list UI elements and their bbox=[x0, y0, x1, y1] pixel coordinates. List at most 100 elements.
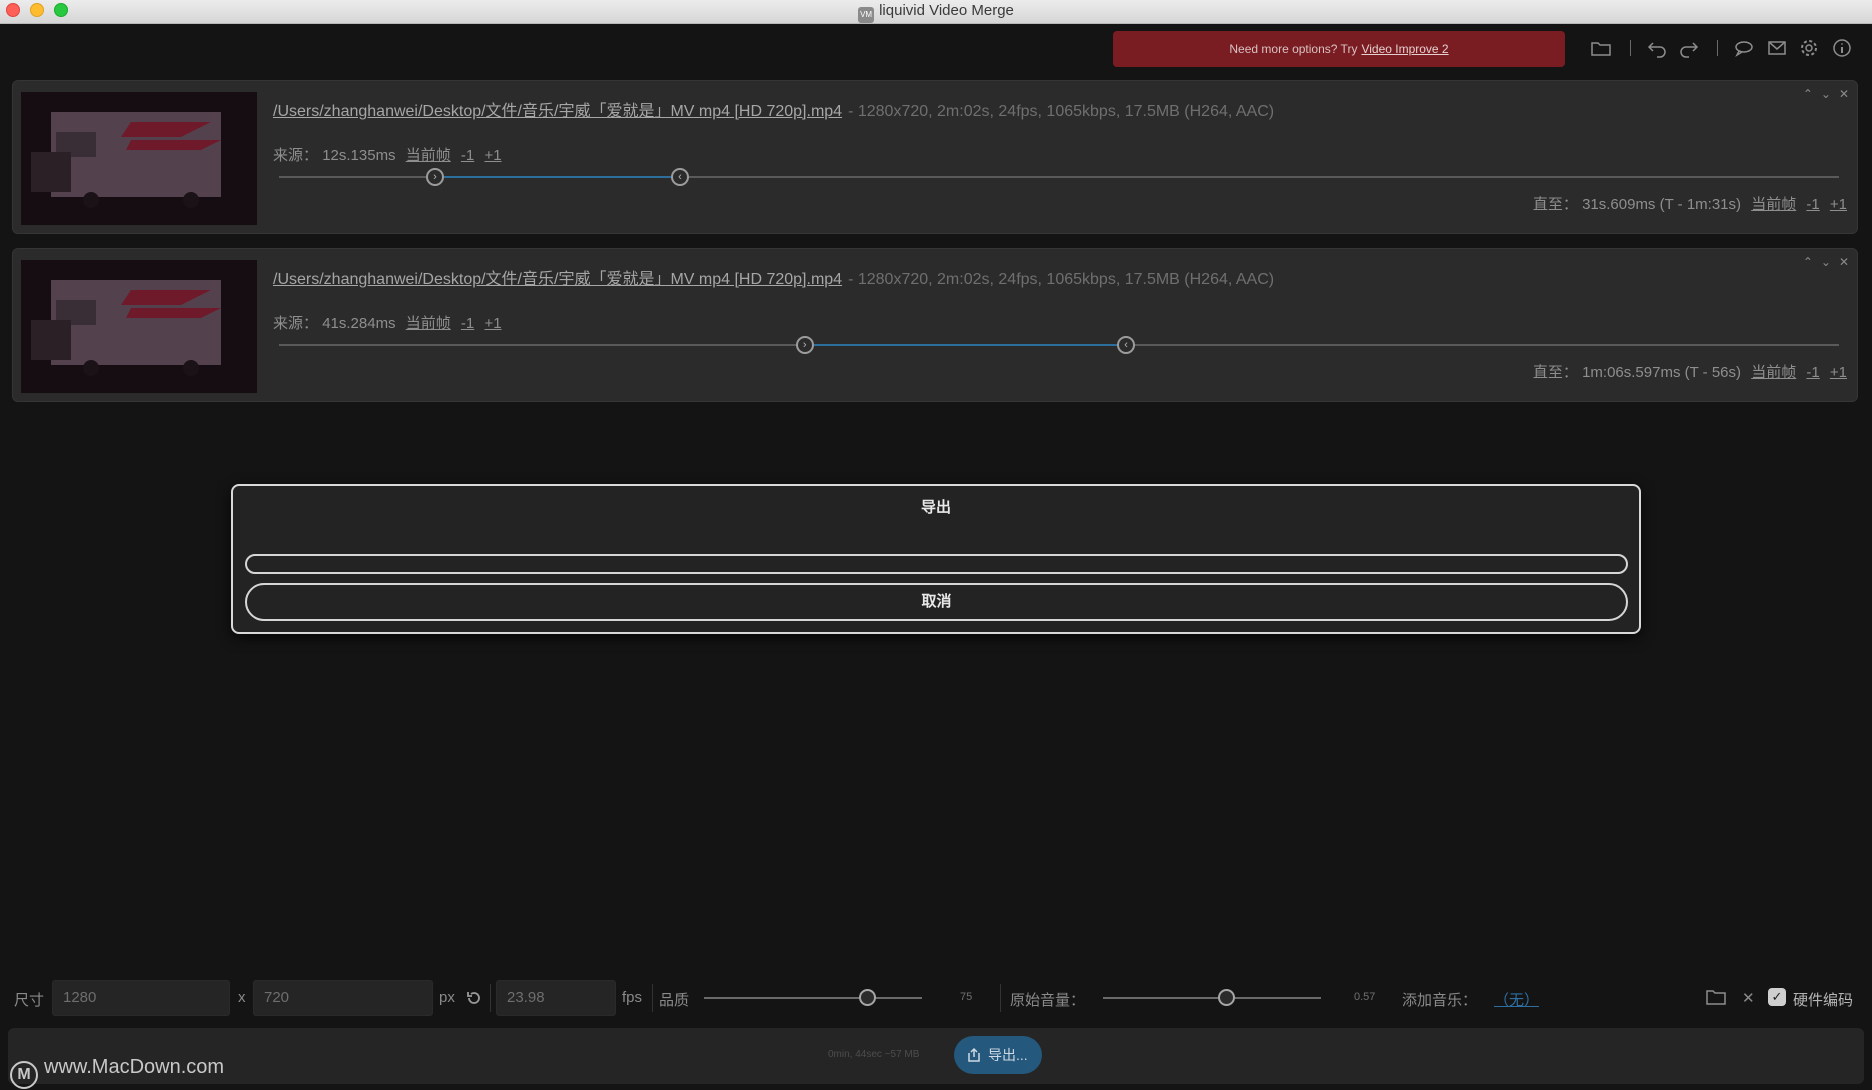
move-up-icon[interactable]: ⌃ bbox=[1803, 87, 1813, 101]
volume-value: 0.57 bbox=[1354, 991, 1376, 1003]
hardware-encoding-label: 硬件编码 bbox=[1793, 992, 1854, 1009]
promo-text: Need more options? Try bbox=[1229, 42, 1358, 56]
music-folder-icon[interactable] bbox=[1706, 988, 1726, 1006]
until-minus-frame-link[interactable]: -1 bbox=[1806, 196, 1819, 213]
move-down-icon[interactable]: ⌄ bbox=[1821, 255, 1831, 269]
clip-until-row: 直至： 1m:06s.597ms (T - 56s) 当前帧 -1 +1 bbox=[1533, 361, 1847, 382]
volume-slider-track[interactable] bbox=[1103, 997, 1321, 999]
add-music-link[interactable]: （无） bbox=[1494, 989, 1539, 1010]
window-title-text: liquivid Video Merge bbox=[879, 2, 1014, 19]
clip-thumbnail bbox=[21, 92, 257, 225]
until-current-frame-link[interactable]: 当前帧 bbox=[1751, 196, 1796, 213]
range-start-handle[interactable]: › bbox=[795, 336, 814, 354]
clip-meta: - 1280x720, 2m:02s, 24fps, 1065kbps, 17.… bbox=[848, 271, 1275, 288]
clip-file-path: /Users/zhanghanwei/Desktop/文件/音乐/宇威「爱就是」… bbox=[273, 97, 1274, 121]
export-dialog: 导出 取消 bbox=[231, 484, 1641, 634]
px-label: px bbox=[439, 989, 455, 1006]
quality-slider-handle[interactable] bbox=[858, 989, 876, 1006]
watermark-text: www.MacDown.com bbox=[44, 1056, 225, 1078]
until-plus-frame-link[interactable]: +1 bbox=[1830, 364, 1847, 381]
watermark-logo: M bbox=[10, 1061, 38, 1089]
clip-selection-range bbox=[435, 176, 680, 178]
range-end-handle[interactable]: ‹ bbox=[670, 168, 689, 186]
clip-until-row: 直至： 31s.609ms (T - 1m:31s) 当前帧 -1 +1 bbox=[1533, 193, 1847, 214]
title-bar: VM liquivid Video Merge bbox=[0, 0, 1872, 24]
until-time: 1m:06s.597ms (T - 56s) bbox=[1582, 364, 1742, 381]
move-down-icon[interactable]: ⌄ bbox=[1821, 87, 1831, 101]
export-button[interactable]: 导出... bbox=[954, 1036, 1042, 1074]
clip-source-row: 来源： 12s.135ms 当前帧 -1 +1 bbox=[273, 144, 502, 165]
mail-icon[interactable] bbox=[1766, 37, 1788, 59]
clip-controls: ⌃ ⌄ ✕ bbox=[1795, 87, 1849, 101]
clear-music-icon[interactable]: ✕ bbox=[1742, 989, 1755, 1007]
clip-source-row: 来源： 41s.284ms 当前帧 -1 +1 bbox=[273, 312, 502, 333]
clip-selection-range bbox=[804, 344, 1127, 346]
export-estimate: 0min, 44sec ~57 MB bbox=[828, 1049, 920, 1060]
export-icon bbox=[968, 1047, 980, 1062]
volume-label: 原始音量： bbox=[1010, 992, 1086, 1009]
toolbar-divider bbox=[1717, 40, 1718, 56]
source-plus-frame-link[interactable]: +1 bbox=[484, 315, 501, 332]
clip-path-link[interactable]: /Users/zhanghanwei/Desktop/文件/音乐/宇威「爱就是」… bbox=[273, 271, 842, 288]
promo-banner: Need more options? Try Video Improve 2 bbox=[1113, 31, 1565, 67]
source-plus-frame-link[interactable]: +1 bbox=[484, 147, 501, 164]
close-icon[interactable]: ✕ bbox=[1839, 255, 1849, 269]
source-label: 来源： bbox=[273, 147, 319, 164]
reset-icon[interactable] bbox=[465, 989, 483, 1007]
folder-icon[interactable] bbox=[1590, 37, 1612, 59]
clip-thumbnail bbox=[21, 260, 257, 393]
range-start-handle[interactable]: › bbox=[426, 168, 444, 186]
settings-divider bbox=[490, 984, 491, 1012]
source-time: 41s.284ms bbox=[322, 315, 396, 332]
dialog-title: 导出 bbox=[920, 499, 951, 516]
size-x-label: x bbox=[238, 989, 246, 1006]
export-footer: 0min, 44sec ~57 MB 导出... bbox=[8, 1028, 1864, 1084]
until-plus-frame-link[interactable]: +1 bbox=[1830, 196, 1847, 213]
app-icon: VM bbox=[858, 7, 875, 23]
height-field[interactable]: 720 bbox=[253, 980, 433, 1016]
clip-path-link[interactable]: /Users/zhanghanwei/Desktop/文件/音乐/宇威「爱就是」… bbox=[273, 103, 842, 120]
until-time: 31s.609ms (T - 1m:31s) bbox=[1582, 196, 1742, 213]
info-icon[interactable] bbox=[1831, 37, 1853, 59]
hardware-encoding-checkbox[interactable]: ✓ bbox=[1768, 988, 1786, 1006]
chat-icon[interactable] bbox=[1733, 37, 1755, 59]
source-time: 12s.135ms bbox=[322, 147, 396, 164]
redo-icon[interactable] bbox=[1678, 37, 1700, 59]
until-minus-frame-link[interactable]: -1 bbox=[1806, 364, 1819, 381]
source-current-frame-link[interactable]: 当前帧 bbox=[406, 147, 451, 164]
source-label: 来源： bbox=[273, 315, 319, 332]
export-settings: 尺寸 1280 x 720 px 23.98 fps 品质 75 原始音量： 0… bbox=[0, 974, 1872, 1022]
clip-controls: ⌃ ⌄ ✕ bbox=[1795, 255, 1849, 269]
fps-label: fps bbox=[622, 989, 643, 1006]
width-field[interactable]: 1280 bbox=[52, 980, 230, 1016]
clip-row: /Users/zhanghanwei/Desktop/文件/音乐/宇威「爱就是」… bbox=[12, 80, 1858, 234]
move-up-icon[interactable]: ⌃ bbox=[1803, 255, 1813, 269]
toolbar-divider bbox=[1630, 40, 1631, 56]
add-music-label: 添加音乐： bbox=[1402, 992, 1478, 1009]
until-label: 直至： bbox=[1532, 364, 1578, 381]
clip-meta: - 1280x720, 2m:02s, 24fps, 1065kbps, 17.… bbox=[848, 103, 1275, 120]
watermark: Mwww.MacDown.com bbox=[10, 1056, 224, 1089]
export-progress-bar bbox=[245, 554, 1628, 574]
range-end-handle[interactable]: ‹ bbox=[1117, 336, 1136, 354]
until-current-frame-link[interactable]: 当前帧 bbox=[1751, 364, 1796, 381]
gear-icon[interactable] bbox=[1798, 37, 1820, 59]
volume-slider-handle[interactable] bbox=[1218, 989, 1236, 1006]
settings-divider bbox=[652, 984, 653, 1012]
clip-row: /Users/zhanghanwei/Desktop/文件/音乐/宇威「爱就是」… bbox=[12, 248, 1858, 402]
source-minus-frame-link[interactable]: -1 bbox=[461, 315, 474, 332]
promo-link[interactable]: Video Improve 2 bbox=[1361, 42, 1448, 56]
cancel-button[interactable]: 取消 bbox=[245, 583, 1628, 621]
settings-divider bbox=[1000, 984, 1001, 1012]
size-label: 尺寸 bbox=[14, 992, 45, 1009]
undo-icon[interactable] bbox=[1646, 37, 1668, 59]
close-icon[interactable]: ✕ bbox=[1839, 87, 1849, 101]
window-title: VM liquivid Video Merge bbox=[0, 2, 1872, 23]
export-button-label: 导出... bbox=[988, 1047, 1028, 1063]
fps-field[interactable]: 23.98 bbox=[496, 980, 616, 1016]
quality-value: 75 bbox=[960, 991, 973, 1003]
until-label: 直至： bbox=[1532, 196, 1578, 213]
source-minus-frame-link[interactable]: -1 bbox=[461, 147, 474, 164]
quality-slider-track[interactable] bbox=[704, 997, 922, 999]
source-current-frame-link[interactable]: 当前帧 bbox=[406, 315, 451, 332]
